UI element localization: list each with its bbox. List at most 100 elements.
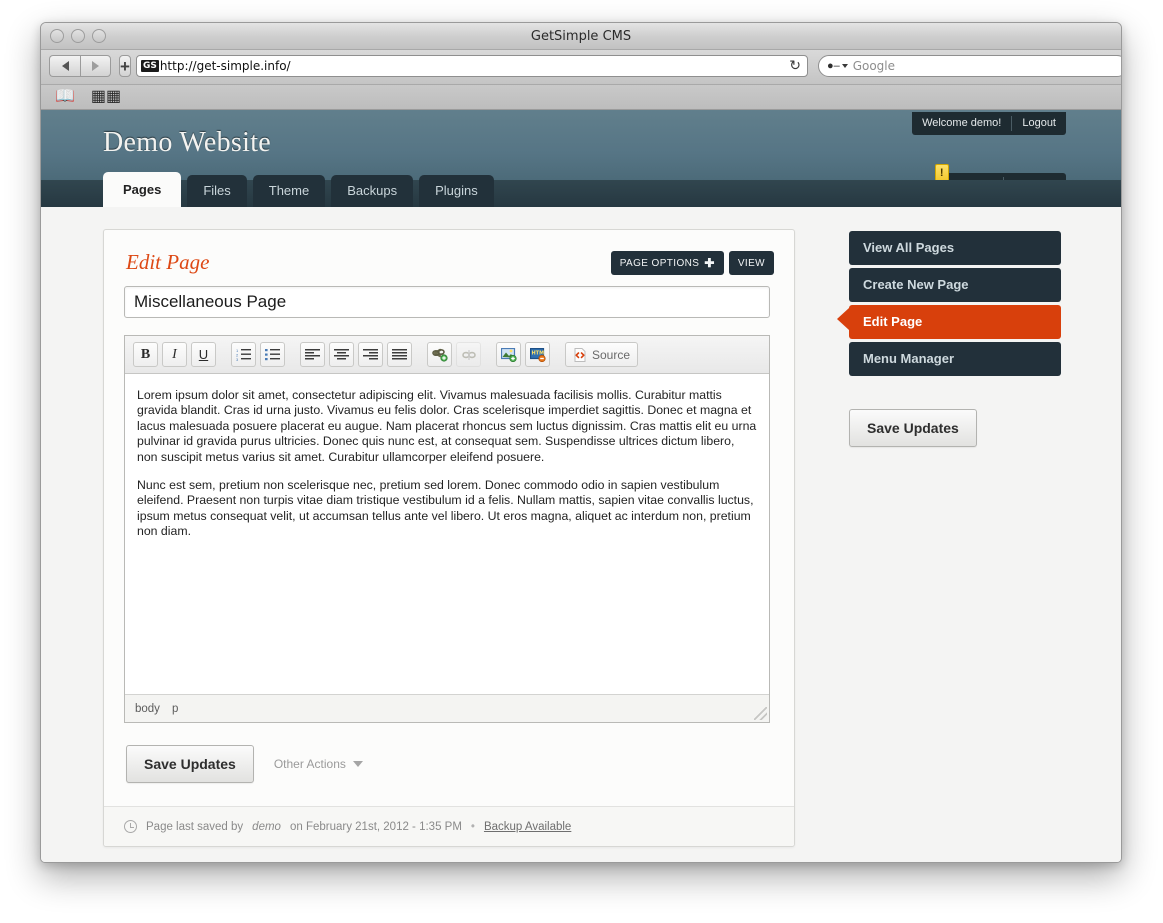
bookmarks-bar: 📖 ▦▦ bbox=[41, 85, 1121, 110]
plus-icon: ✚ bbox=[704, 256, 715, 270]
browser-toolbar: + GS http://get-simple.info/ ↻ ●– Google bbox=[41, 50, 1121, 85]
cms-page: Demo Website Welcome demo! Logout ! Supp… bbox=[41, 110, 1121, 862]
ordered-list-icon[interactable]: 1 2 3 bbox=[231, 342, 256, 367]
align-center-icon[interactable] bbox=[329, 342, 354, 367]
other-actions-dropdown[interactable]: Other Actions bbox=[274, 757, 363, 771]
site-title: Demo Website bbox=[103, 127, 272, 158]
align-right-glyph bbox=[363, 348, 378, 359]
sidebar: View All Pages Create New Page Edit Page… bbox=[837, 229, 1061, 847]
editor-toolbar: B I U 1 2 3 HTM Source bbox=[125, 336, 769, 374]
source-label: Source bbox=[592, 347, 631, 362]
footer-username: demo bbox=[252, 820, 281, 833]
align-right-icon[interactable] bbox=[358, 342, 383, 367]
browser-titlebar: GetSimple CMS bbox=[41, 23, 1121, 50]
footer-text-before: Page last saved by bbox=[146, 820, 244, 833]
view-button[interactable]: VIEW bbox=[728, 251, 774, 275]
page-title-input[interactable] bbox=[124, 286, 770, 318]
link-glyph bbox=[431, 348, 448, 362]
tab-pages[interactable]: Pages bbox=[103, 172, 182, 207]
svg-text:3: 3 bbox=[236, 357, 239, 361]
tab-theme[interactable]: Theme bbox=[252, 175, 326, 207]
clock-icon bbox=[124, 820, 137, 833]
insert-image-icon[interactable] bbox=[496, 342, 521, 367]
panel-inner: Edit Page PAGE OPTIONS ✚ VIEW Miscellane… bbox=[104, 230, 794, 806]
navigation-buttons bbox=[49, 55, 111, 77]
unlink-icon bbox=[456, 342, 481, 367]
align-left-glyph bbox=[305, 348, 320, 359]
bold-icon[interactable]: B bbox=[133, 342, 158, 367]
search-box[interactable]: ●– Google bbox=[817, 55, 1121, 77]
logout-link[interactable]: Logout bbox=[1012, 112, 1066, 135]
unordered-list-icon[interactable] bbox=[260, 342, 285, 367]
user-bar: Welcome demo! Logout bbox=[912, 112, 1066, 135]
unlink-glyph bbox=[461, 349, 476, 360]
window-title: GetSimple CMS bbox=[530, 29, 632, 44]
editor-actions: Save Updates Other Actions bbox=[124, 723, 774, 806]
insert-html-icon[interactable]: HTM bbox=[525, 342, 550, 367]
resize-handle[interactable] bbox=[754, 707, 767, 720]
align-justify-icon[interactable] bbox=[387, 342, 412, 367]
cms-body: Edit Page PAGE OPTIONS ✚ VIEW Miscellane… bbox=[41, 207, 1121, 847]
back-arrow-icon bbox=[61, 61, 69, 71]
editor-paragraph: Nunc est sem, pretium non scelerisque ne… bbox=[137, 478, 754, 539]
top-sites-grid-icon[interactable]: ▦▦ bbox=[91, 89, 121, 105]
sidebar-item-edit-page[interactable]: Edit Page bbox=[837, 305, 1061, 339]
page-options-label: PAGE OPTIONS bbox=[619, 257, 700, 269]
italic-icon[interactable]: I bbox=[162, 342, 187, 367]
site-favicon-badge: GS bbox=[140, 60, 159, 72]
tab-backups[interactable]: Backups bbox=[331, 175, 414, 207]
chevron-down-icon bbox=[352, 761, 363, 767]
editor-content-area[interactable]: Lorem ipsum dolor sit amet, consectetur … bbox=[125, 374, 769, 694]
unordered-list-glyph bbox=[265, 349, 280, 361]
panel-header-buttons: PAGE OPTIONS ✚ VIEW bbox=[610, 251, 774, 275]
italic-glyph: I bbox=[172, 346, 177, 362]
reload-icon[interactable]: ↻ bbox=[789, 59, 801, 73]
backup-available-link[interactable]: Backup Available bbox=[484, 821, 571, 833]
browser-window: GetSimple CMS + GS http://get-simple.inf… bbox=[40, 22, 1122, 863]
view-label: VIEW bbox=[737, 257, 765, 269]
welcome-label: Welcome demo! bbox=[922, 117, 1002, 129]
rich-text-editor: B I U 1 2 3 HTM Source Lorem ipsum dolor… bbox=[124, 335, 770, 723]
url-text: http://get-simple.info/ bbox=[159, 59, 291, 73]
align-center-glyph bbox=[334, 348, 349, 359]
search-placeholder: Google bbox=[852, 59, 896, 73]
page-title: Edit Page bbox=[126, 250, 210, 274]
other-actions-label: Other Actions bbox=[273, 757, 346, 771]
main-tabs: Pages Files Theme Backups Plugins bbox=[103, 172, 494, 207]
chevron-down-icon bbox=[841, 64, 848, 68]
edit-page-panel: Edit Page PAGE OPTIONS ✚ VIEW Miscellane… bbox=[103, 229, 795, 847]
footer-text-after: on February 21st, 2012 - 1:35 PM bbox=[289, 820, 462, 833]
ordered-list-glyph: 1 2 3 bbox=[236, 348, 251, 361]
panel-footer: Page last saved by demo on February 21st… bbox=[104, 806, 794, 846]
bold-glyph: B bbox=[140, 346, 151, 362]
new-tab-button[interactable]: + bbox=[119, 55, 131, 77]
tab-plugins[interactable]: Plugins bbox=[419, 175, 494, 207]
underline-icon[interactable]: U bbox=[191, 342, 216, 367]
footer-separator: • bbox=[470, 820, 475, 833]
page-options-button[interactable]: PAGE OPTIONS ✚ bbox=[610, 251, 724, 275]
back-button[interactable] bbox=[49, 55, 80, 77]
save-updates-button[interactable]: Save Updates bbox=[126, 745, 254, 783]
html-glyph: HTM bbox=[529, 347, 546, 362]
forward-arrow-icon bbox=[92, 61, 99, 71]
sidebar-save-updates-button[interactable]: Save Updates bbox=[849, 409, 977, 447]
insert-link-icon[interactable] bbox=[427, 342, 452, 367]
tab-files[interactable]: Files bbox=[187, 175, 247, 207]
sidebar-item-menu-manager[interactable]: Menu Manager bbox=[849, 342, 1061, 376]
element-path-body[interactable]: body bbox=[135, 703, 160, 715]
element-path-p[interactable]: p bbox=[172, 703, 178, 715]
bookmarks-icon[interactable]: 📖 bbox=[55, 89, 75, 105]
source-code-icon bbox=[574, 347, 586, 362]
panel-header: Edit Page PAGE OPTIONS ✚ VIEW bbox=[124, 250, 774, 286]
editor-element-path: body p bbox=[125, 694, 769, 722]
image-glyph bbox=[500, 347, 517, 362]
forward-button[interactable] bbox=[80, 55, 111, 77]
align-left-icon[interactable] bbox=[300, 342, 325, 367]
sidebar-item-create-new-page[interactable]: Create New Page bbox=[849, 268, 1061, 302]
sidebar-item-view-all-pages[interactable]: View All Pages bbox=[849, 231, 1061, 265]
align-justify-glyph bbox=[392, 348, 407, 359]
source-button[interactable]: Source bbox=[565, 342, 639, 367]
search-icon: ●– bbox=[826, 60, 840, 72]
url-bar[interactable]: GS http://get-simple.info/ ↻ bbox=[135, 55, 808, 77]
editor-paragraph: Lorem ipsum dolor sit amet, consectetur … bbox=[137, 388, 757, 464]
